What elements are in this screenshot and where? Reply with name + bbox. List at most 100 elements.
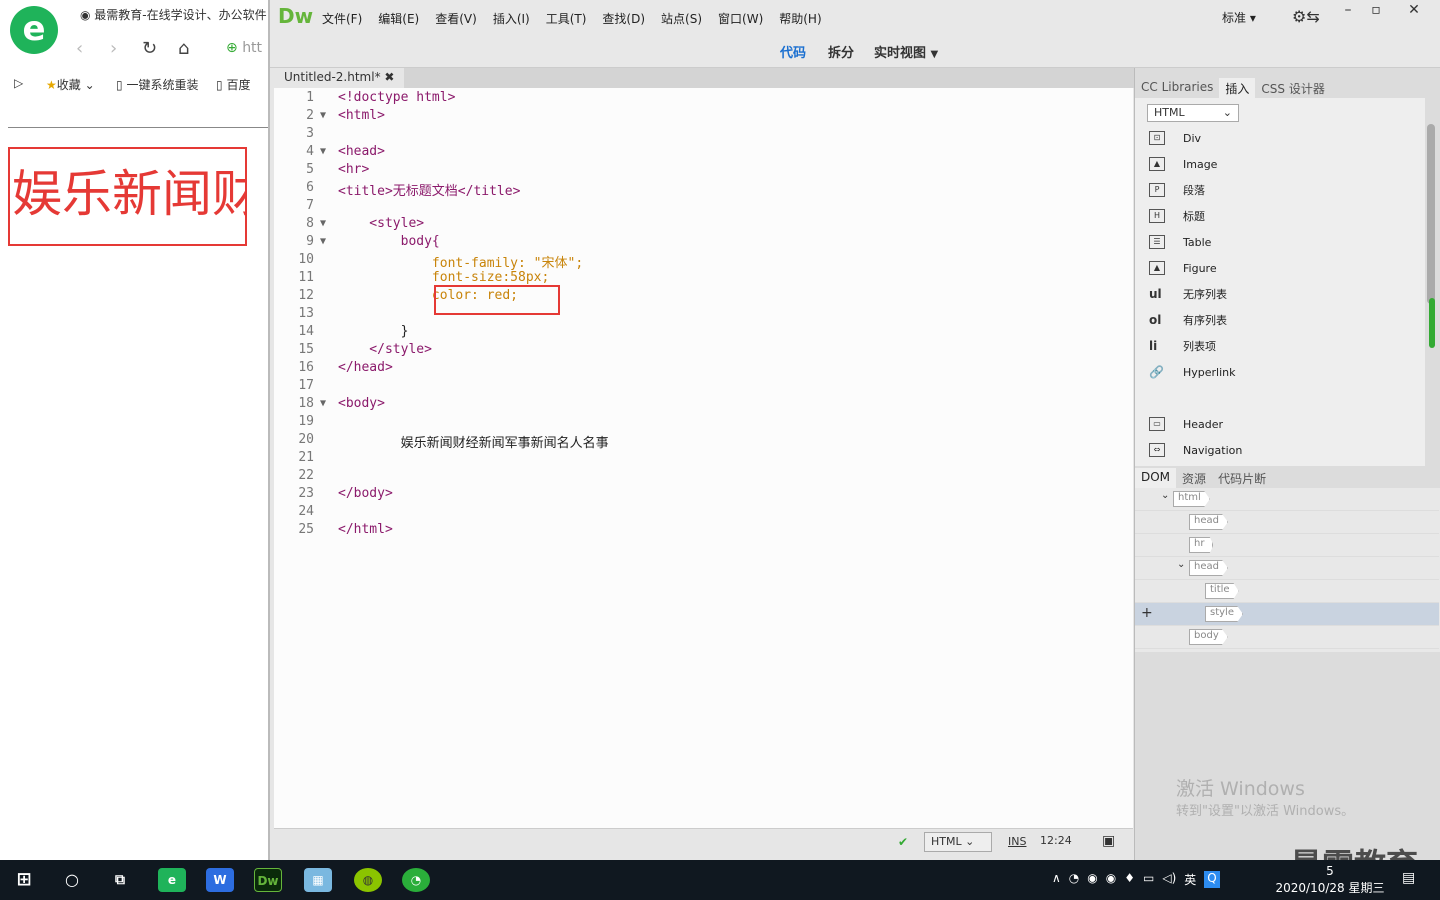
add-icon[interactable]: + — [1141, 605, 1153, 621]
insert-mode[interactable]: INS — [1008, 835, 1026, 848]
dom-node[interactable]: body — [1189, 629, 1228, 645]
notepad-app-icon[interactable]: ▦ — [304, 868, 332, 892]
browser-tab[interactable]: ◉ 最需教育-在线学设计、办公软件 — [80, 6, 268, 23]
qq-tray-icon[interactable]: ◉ — [1106, 871, 1116, 888]
dom-row[interactable]: ⌄ head — [1135, 557, 1439, 580]
insert-table[interactable]: ☰ Table — [1149, 232, 1211, 252]
insert-paragraph[interactable]: P 段落 — [1149, 180, 1205, 200]
bookmark-favorites[interactable]: ★收藏 ⌄ — [46, 76, 95, 93]
dom-row-selected[interactable]: + style — [1135, 603, 1439, 626]
tab-snippets[interactable]: 代码片断 — [1212, 468, 1272, 488]
bookmark-reinstall[interactable]: ▯ 一键系统重装 — [116, 76, 198, 93]
wps-app-icon[interactable]: W — [206, 868, 234, 892]
insert-image[interactable]: ▲ Image — [1149, 154, 1217, 174]
insert-navigation[interactable]: ⇔ Navigation — [1149, 440, 1242, 460]
dom-node[interactable]: style — [1205, 606, 1243, 622]
insert-div[interactable]: ⊡ Div — [1149, 128, 1201, 148]
wechat-app-icon[interactable]: ◔ — [402, 868, 430, 892]
language-select[interactable]: HTML ⌄ — [924, 832, 992, 852]
ime-indicator[interactable]: 英 — [1184, 871, 1196, 888]
tab-assets[interactable]: 资源 — [1176, 468, 1212, 488]
maximize-icon[interactable]: ▫ — [1362, 0, 1390, 20]
qq-tray-icon[interactable]: ◉ — [1087, 871, 1097, 888]
dom-node[interactable]: head — [1189, 514, 1228, 530]
browser-app-icon[interactable]: e — [158, 868, 186, 892]
document-tab[interactable]: Untitled-2.html* ✖ — [274, 68, 405, 88]
dom-node[interactable]: hr — [1189, 537, 1214, 553]
dom-row[interactable]: title — [1135, 580, 1439, 603]
tab-css-designer[interactable]: CSS 设计器 — [1255, 78, 1330, 98]
task-view-icon[interactable]: ⧉ — [106, 868, 134, 892]
tab-insert[interactable]: 插入 — [1219, 78, 1256, 98]
back-icon[interactable]: ‹ — [76, 38, 83, 59]
dom-row[interactable]: body — [1135, 626, 1439, 649]
notification-bell-icon[interactable]: ♦ — [1124, 871, 1135, 888]
main-menu: 文件(F) 编辑(E) 查看(V) 插入(I) 工具(T) 查找(D) 站点(S… — [322, 10, 822, 27]
insert-hyperlink[interactable]: 🔗 Hyperlink — [1149, 362, 1236, 382]
home-icon[interactable]: ⌂ — [178, 38, 189, 59]
menu-edit[interactable]: 编辑(E) — [378, 10, 419, 27]
bookmark-baidu[interactable]: ▯ 百度 — [216, 76, 250, 93]
insert-ol[interactable]: ol 有序列表 — [1149, 310, 1227, 330]
insert-category-select[interactable]: HTML ⌄ — [1147, 104, 1239, 122]
div-icon: ⊡ — [1149, 131, 1165, 145]
notification-center-icon[interactable]: ▤ — [1402, 870, 1415, 886]
menu-insert[interactable]: 插入(I) — [493, 10, 530, 27]
chevron-down-icon[interactable]: ⌄ — [1177, 559, 1185, 570]
fold-icon[interactable]: ▼ — [320, 146, 326, 157]
wechat-tray-icon[interactable]: ◔ — [1069, 871, 1079, 888]
tab-dom[interactable]: DOM — [1135, 468, 1177, 488]
chevron-down-icon[interactable]: ⌄ — [1161, 490, 1169, 501]
dom-row[interactable]: ⌄ html — [1135, 488, 1439, 511]
search-icon[interactable]: ○ — [58, 868, 86, 892]
insert-header[interactable]: ▭ Header — [1149, 414, 1223, 434]
dom-node[interactable]: html — [1173, 491, 1210, 507]
line-number: 5 — [306, 162, 314, 177]
window-size-icon[interactable]: ▣ — [1102, 833, 1115, 849]
sidebar-toggle-icon[interactable]: ▷ — [14, 76, 23, 90]
menu-file[interactable]: 文件(F) — [322, 10, 362, 27]
fold-icon[interactable]: ▼ — [320, 236, 326, 247]
dom-row[interactable]: hr — [1135, 534, 1439, 557]
menu-tools[interactable]: 工具(T) — [546, 10, 587, 27]
fold-icon[interactable]: ▼ — [320, 398, 326, 409]
volume-icon[interactable]: ◁) — [1162, 871, 1176, 888]
tab-cc-libraries[interactable]: CC Libraries — [1135, 78, 1219, 98]
insert-li[interactable]: li 列表项 — [1149, 336, 1216, 356]
code-view-button[interactable]: 代码 — [780, 42, 806, 61]
refresh-icon[interactable]: ↻ — [142, 38, 157, 59]
close-tab-icon[interactable]: ✖ — [384, 70, 394, 84]
insert-figure[interactable]: ▲ Figure — [1149, 258, 1217, 278]
menu-help[interactable]: 帮助(H) — [779, 10, 821, 27]
fold-icon[interactable]: ▼ — [320, 110, 326, 121]
split-view-button[interactable]: 拆分 — [828, 42, 854, 61]
media-app-icon[interactable]: ◍ — [354, 868, 382, 892]
insert-ul[interactable]: ul 无序列表 — [1149, 284, 1227, 304]
menu-site[interactable]: 站点(S) — [661, 10, 702, 27]
dreamweaver-app-icon[interactable]: Dw — [254, 868, 282, 892]
live-view-button[interactable]: 实时视图 ▼ — [874, 42, 938, 61]
workspace-switcher[interactable]: 标准 ▾ — [1222, 9, 1256, 26]
forward-icon[interactable]: › — [110, 38, 117, 59]
browser-window: e ◉ 最需教育-在线学设计、办公软件 ‹ › ↻ ⌂ ⊕ htt ▷ ★收藏 … — [0, 0, 268, 860]
fold-icon[interactable]: ▼ — [320, 218, 326, 229]
sync-settings-icon[interactable]: ⚙⇆ — [1292, 7, 1320, 26]
tray-expand-icon[interactable]: ∧ — [1052, 871, 1061, 888]
address-bar[interactable]: ⊕ htt — [226, 40, 262, 56]
dom-node[interactable]: title — [1205, 583, 1239, 599]
dom-row[interactable]: head — [1135, 511, 1439, 534]
minimize-icon[interactable]: – — [1334, 0, 1362, 20]
menu-find[interactable]: 查找(D) — [602, 10, 645, 27]
code-editor[interactable]: 1 <!doctype html> 2 ▼ <html> 3 4 ▼ <head> 5 <h… — [274, 88, 1133, 828]
menu-view[interactable]: 查看(V) — [435, 10, 477, 27]
clock[interactable]: 5 2020/10/28 星期三 — [1270, 863, 1390, 897]
app-tray-icon[interactable]: Q — [1204, 871, 1220, 888]
network-icon[interactable]: ▭ — [1143, 871, 1154, 888]
insert-scrollbar[interactable] — [1427, 124, 1435, 304]
insert-heading[interactable]: H 标题 — [1149, 206, 1205, 226]
browser-logo-icon[interactable]: e — [10, 6, 58, 54]
windows-start-icon[interactable]: ⊞ — [10, 868, 38, 892]
dom-node[interactable]: head — [1189, 560, 1228, 576]
menu-window[interactable]: 窗口(W) — [718, 10, 763, 27]
close-icon[interactable]: ✕ — [1400, 0, 1428, 20]
